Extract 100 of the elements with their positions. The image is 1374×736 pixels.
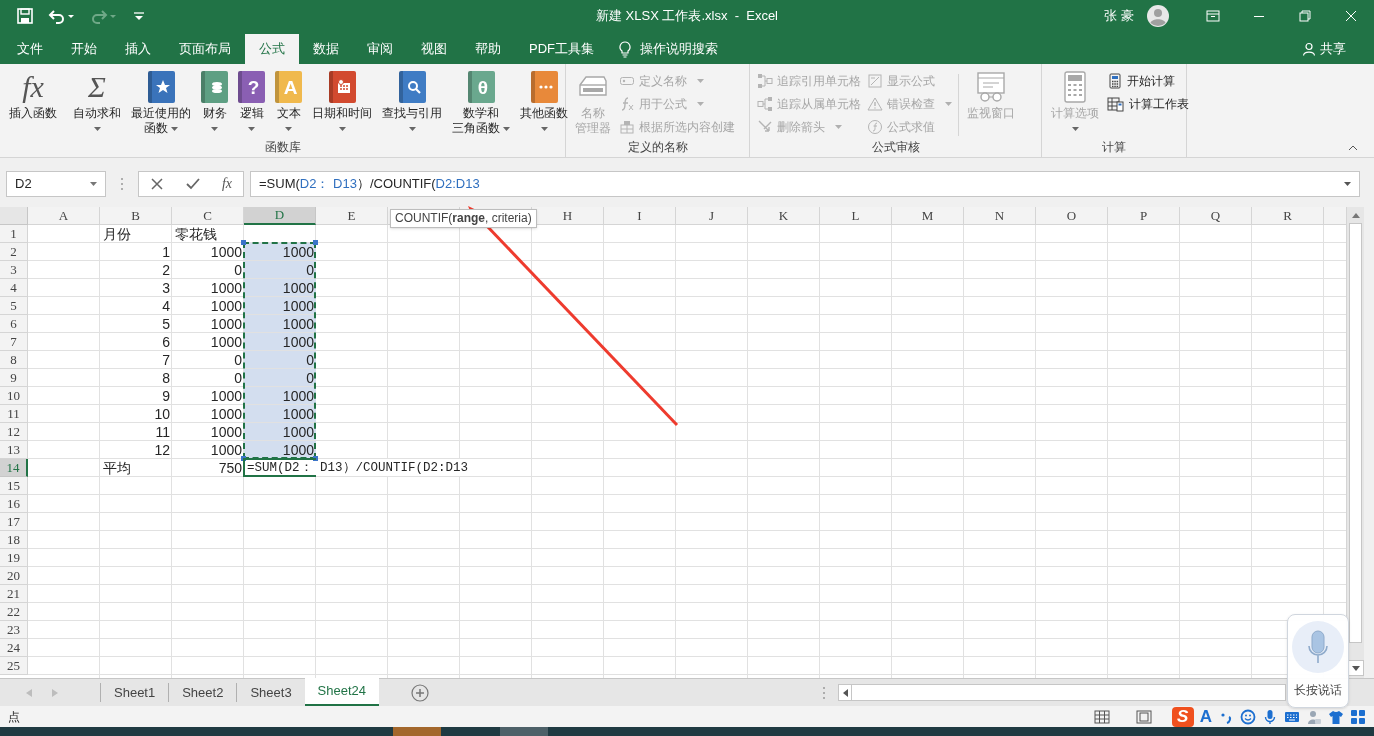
row-header[interactable]: 25 (0, 657, 28, 675)
column-header[interactable]: M (892, 207, 964, 225)
ribbon-small-button[interactable]: 计算工作表 (1104, 92, 1192, 115)
row-header[interactable]: 14 (0, 459, 28, 477)
ribbon-tab[interactable]: 数据 (299, 34, 353, 64)
column-header[interactable]: L (820, 207, 892, 225)
row-header[interactable]: 2 (0, 243, 28, 261)
row-header[interactable]: 7 (0, 333, 28, 351)
row-header[interactable]: 24 (0, 639, 28, 657)
next-sheet-icon[interactable] (52, 688, 58, 697)
ribbon-button[interactable]: 查找与引用 (377, 68, 447, 138)
row-header[interactable]: 18 (0, 531, 28, 549)
collapse-ribbon-button[interactable] (1346, 143, 1360, 153)
row-header[interactable]: 20 (0, 567, 28, 585)
voice-input-widget[interactable]: 长按说话 (1287, 614, 1349, 708)
table-cell: 1000 (244, 243, 316, 260)
name-box[interactable]: D2 (6, 170, 106, 197)
ribbon-button[interactable]: 最近使用的 函数 (126, 68, 196, 138)
row-header[interactable]: 11 (0, 405, 28, 423)
page-layout-icon[interactable] (1135, 709, 1152, 724)
column-header[interactable]: C (172, 207, 244, 225)
column-header[interactable]: J (676, 207, 748, 225)
row-header[interactable]: 9 (0, 369, 28, 387)
ribbon-button[interactable]: ? 逻辑 (233, 68, 270, 138)
ribbon-button[interactable]: 财务 (196, 68, 233, 138)
ribbon-tab[interactable]: 公式 (245, 34, 299, 64)
ribbon-button[interactable]: A 文本 (270, 68, 307, 138)
undo-icon (48, 7, 76, 25)
grid-view-icon[interactable] (1093, 709, 1110, 724)
warning-icon (867, 95, 883, 112)
ribbon-small-button[interactable]: 开始计算 (1104, 69, 1192, 92)
ribbon-tab[interactable]: 视图 (407, 34, 461, 64)
column-header[interactable]: K (748, 207, 820, 225)
column-header[interactable]: H (532, 207, 604, 225)
horizontal-scrollbar[interactable] (838, 684, 1286, 701)
range-handle[interactable] (313, 456, 318, 461)
column-header[interactable]: D (244, 207, 316, 225)
range-handle[interactable] (241, 240, 246, 245)
sheet-tab[interactable]: Sheet1 (100, 683, 169, 702)
formula-field[interactable]: =SUM(D2： D13）/COUNTIF(D2:D13 (250, 170, 1360, 197)
trace-arrows-icon (757, 72, 773, 89)
enter-button[interactable] (185, 176, 200, 191)
row-header[interactable]: 16 (0, 495, 28, 513)
ribbon-tab[interactable]: 审阅 (353, 34, 407, 64)
select-all-corner[interactable] (0, 207, 28, 225)
sheet-tab[interactable]: Sheet2 (168, 683, 237, 702)
insert-function-button[interactable]: fx (221, 173, 232, 194)
ribbon-tab[interactable]: 页面布局 (165, 34, 245, 64)
sheet-tab[interactable]: Sheet24 (304, 678, 380, 706)
row-header[interactable]: 12 (0, 423, 28, 441)
row-header[interactable]: 6 (0, 315, 28, 333)
ribbon-button[interactable]: 日期和时间 (307, 68, 377, 138)
scroll-thumb[interactable] (1349, 223, 1362, 643)
row-header[interactable]: 13 (0, 441, 28, 459)
column-header[interactable]: B (100, 207, 172, 225)
row-header[interactable]: 10 (0, 387, 28, 405)
row-header[interactable]: 21 (0, 585, 28, 603)
tell-me-search[interactable]: 操作说明搜索 (608, 34, 728, 64)
microphone-icon[interactable] (1262, 708, 1278, 725)
row-header[interactable]: 22 (0, 603, 28, 621)
smiley-icon[interactable] (1240, 708, 1256, 725)
row-header[interactable]: 3 (0, 261, 28, 279)
row-header[interactable]: 15 (0, 477, 28, 495)
share-button[interactable]: 共享 (1302, 34, 1346, 64)
row-header[interactable]: 4 (0, 279, 28, 297)
person-icon[interactable] (1306, 708, 1322, 725)
vertical-scrollbar[interactable] (1346, 207, 1364, 678)
calculator-icon (1107, 72, 1123, 89)
avatar-icon[interactable] (1146, 4, 1170, 28)
ribbon-button[interactable]: Σ 自动求和 (68, 68, 126, 138)
shirt-icon[interactable] (1328, 708, 1344, 725)
ribbon-tab[interactable]: 插入 (111, 34, 165, 64)
column-header[interactable]: P (1108, 207, 1180, 225)
cancel-button[interactable] (149, 176, 164, 191)
row-header[interactable]: 1 (0, 225, 28, 243)
column-header[interactable]: Q (1180, 207, 1252, 225)
function-tooltip: COUNTIF(range, criteria) (390, 209, 537, 228)
ribbon-tab[interactable]: 文件 (3, 34, 57, 64)
column-header[interactable]: I (604, 207, 676, 225)
row-header[interactable]: 5 (0, 297, 28, 315)
ribbon-tab[interactable]: PDF工具集 (515, 34, 608, 64)
ribbon-button[interactable]: fx 插入函数 (4, 68, 62, 138)
row-header[interactable]: 19 (0, 549, 28, 567)
range-handle[interactable] (313, 240, 318, 245)
ribbon-tab[interactable]: 帮助 (461, 34, 515, 64)
ribbon-tab[interactable]: 开始 (57, 34, 111, 64)
column-header[interactable]: A (28, 207, 100, 225)
sheet-tab[interactable]: Sheet3 (236, 683, 305, 702)
column-header[interactable]: N (964, 207, 1036, 225)
row-header[interactable]: 8 (0, 351, 28, 369)
ribbon-button[interactable]: 其他函数 (515, 68, 573, 138)
range-handle[interactable] (241, 456, 246, 461)
previous-sheet-icon[interactable] (26, 688, 32, 697)
column-header[interactable]: O (1036, 207, 1108, 225)
column-header[interactable]: E (316, 207, 388, 225)
column-header[interactable]: R (1252, 207, 1324, 225)
row-header[interactable]: 17 (0, 513, 28, 531)
grid-icon[interactable] (1350, 708, 1366, 725)
ribbon-button[interactable]: θ 数学和 三角函数 (447, 68, 515, 138)
row-header[interactable]: 23 (0, 621, 28, 639)
